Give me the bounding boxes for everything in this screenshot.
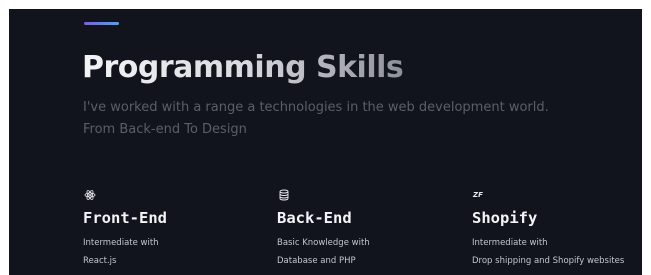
- skill-desc-line1: Basic Knowledge with: [277, 238, 370, 248]
- skill-name: Front-End: [83, 209, 167, 227]
- zf-icon: ZF: [473, 191, 483, 199]
- react-icon: [84, 189, 96, 201]
- skill-desc-line1: Intermediate with: [83, 238, 159, 248]
- section-intro: I've worked with a range a technologies …: [83, 100, 549, 137]
- skill-name: Shopify: [472, 209, 538, 227]
- skill-shopify: ZF Shopify Intermediate with Drop shippi…: [472, 189, 642, 270]
- skill-desc-line2: Drop shipping and Shopify websites: [472, 256, 625, 266]
- skill-name: Back-End: [277, 209, 352, 227]
- skill-front-end: Front-End Intermediate with React.js: [83, 189, 263, 270]
- skills-section: Programming Skills I've worked with a ra…: [9, 9, 642, 275]
- skill-back-end: Back-End Basic Knowledge with Database a…: [277, 189, 457, 270]
- skill-desc-line2: Database and PHP: [277, 256, 356, 266]
- skill-desc-line2: React.js: [83, 256, 117, 266]
- section-title: Programming Skills: [82, 50, 404, 85]
- skill-desc-line1: Intermediate with: [472, 238, 548, 248]
- accent-bar: [84, 22, 119, 25]
- database-icon: [278, 189, 290, 201]
